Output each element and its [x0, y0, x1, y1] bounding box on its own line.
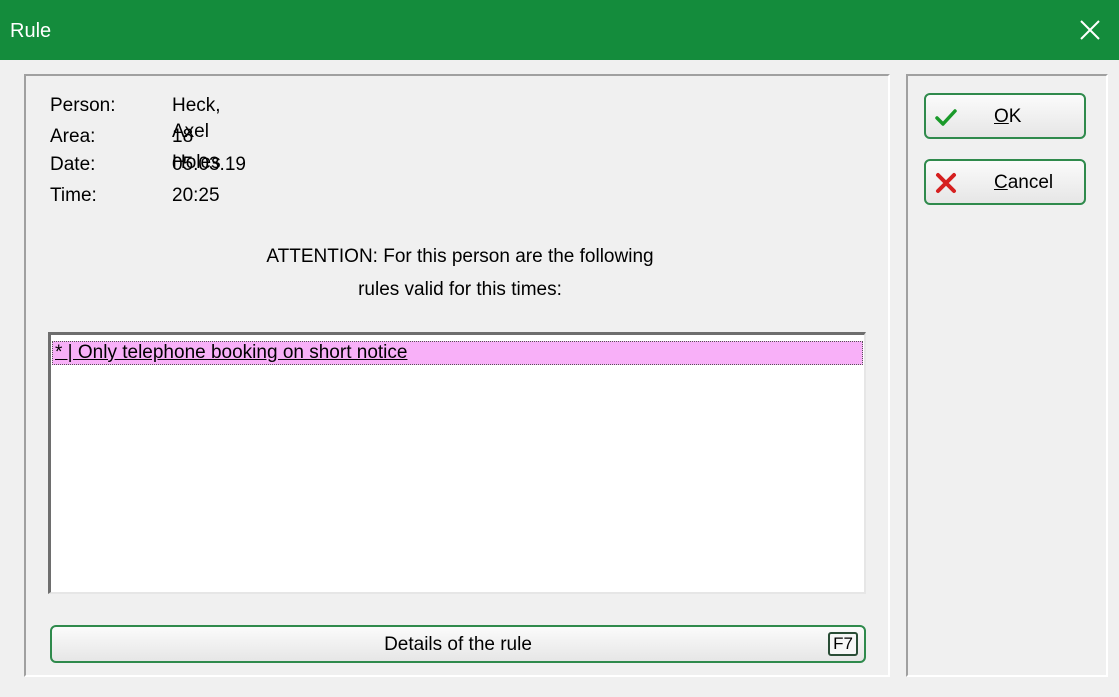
attention-message: ATTENTION: For this person are the follo… — [50, 240, 870, 306]
area-label: Area: — [50, 126, 96, 147]
close-button[interactable] — [1061, 0, 1119, 60]
ok-button-label: OK — [994, 106, 1021, 128]
ok-button[interactable]: OK — [924, 93, 1086, 139]
cancel-accelerator: C — [994, 172, 1008, 193]
date-value: 05.03.19 — [172, 154, 246, 175]
time-label: Time: — [50, 185, 97, 206]
cancel-button[interactable]: Cancel — [924, 159, 1086, 205]
ok-label-rest: K — [1008, 106, 1022, 127]
title-bar: Rule — [0, 0, 1119, 60]
rules-listbox[interactable]: * | Only telephone booking on short noti… — [48, 332, 866, 594]
details-of-rule-button[interactable]: Details of the rule F7 — [50, 625, 866, 663]
cross-icon — [936, 173, 956, 193]
close-icon — [1080, 20, 1100, 40]
list-item[interactable]: * | Only telephone booking on short noti… — [52, 341, 863, 365]
date-label: Date: — [50, 154, 96, 175]
ok-accelerator: O — [994, 106, 1009, 127]
f7-shortcut-badge: F7 — [828, 632, 858, 656]
checkmark-icon — [935, 109, 957, 126]
attention-line-1: ATTENTION: For this person are the follo… — [266, 246, 654, 267]
details-button-label: Details of the rule — [384, 634, 532, 655]
time-value: 20:25 — [172, 185, 220, 206]
person-label: Person: — [50, 95, 116, 116]
attention-line-2: rules valid for this times: — [358, 279, 562, 300]
cancel-label-rest: ancel — [1007, 172, 1054, 193]
cancel-button-label: Cancel — [994, 172, 1053, 194]
window-title: Rule — [10, 20, 52, 42]
